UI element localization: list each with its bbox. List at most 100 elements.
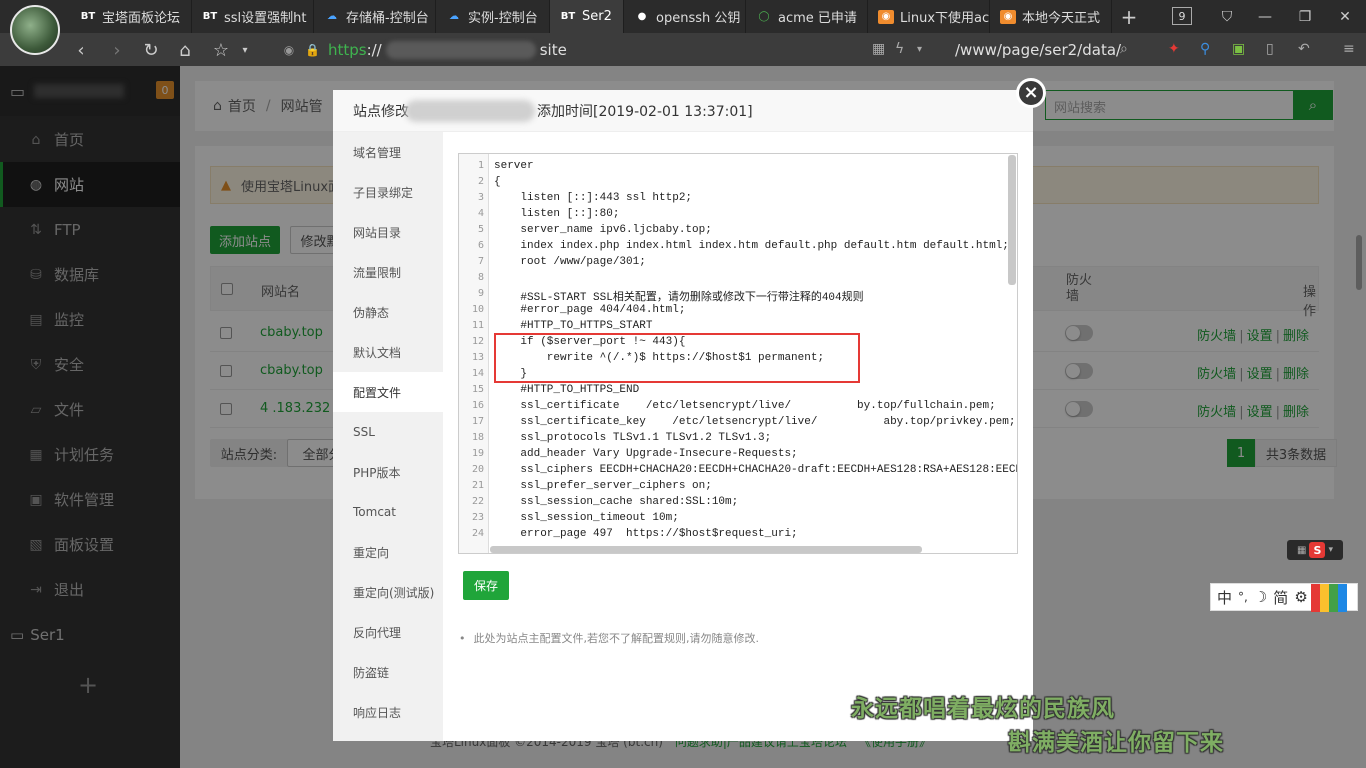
code-line: ssl_certificate_key /etc/letsencrypt/liv…: [494, 416, 1016, 428]
code-line: #error_page 404/404.html;: [494, 304, 686, 316]
code-line: {: [494, 176, 501, 188]
gear-icon[interactable]: ⚙: [1294, 588, 1307, 606]
nav-config-file[interactable]: 配置文件: [333, 372, 443, 412]
menu-icon[interactable]: ≡: [1343, 41, 1355, 57]
chevron-down-icon[interactable]: ▾: [232, 37, 258, 63]
code-line: add_header Vary Upgrade-Insecure-Request…: [494, 448, 798, 460]
nav-proxy[interactable]: 反向代理: [333, 612, 443, 652]
close-dialog-button[interactable]: ×: [1016, 78, 1046, 108]
profile-avatar[interactable]: [10, 5, 60, 55]
code-line: #HTTP_TO_HTTPS_END: [494, 384, 640, 396]
grid-icon[interactable]: ▦: [872, 41, 885, 57]
url-prefix: ://: [366, 41, 382, 59]
back-icon[interactable]: ‹: [68, 37, 94, 63]
home-icon[interactable]: ⌂: [172, 37, 198, 63]
nav-redirect[interactable]: 重定向: [333, 532, 443, 572]
url-field[interactable]: 🔒 https :// site: [305, 39, 567, 61]
tab-label: ssl设置强制ht: [224, 11, 307, 26]
extension-cat-icon[interactable]: ✦: [1168, 41, 1180, 57]
code-line: listen [::]:80;: [494, 208, 620, 220]
ime-punct[interactable]: °,: [1238, 590, 1248, 604]
code-line: root /www/page/301;: [494, 256, 646, 268]
nav-default-doc[interactable]: 默认文档: [333, 332, 443, 372]
url-suffix: site: [539, 41, 567, 59]
code-line: error_page 497 https://$host$request_uri…: [494, 528, 798, 540]
browser-tab-active[interactable]: BT Ser2: [550, 0, 624, 33]
url-protocol: https: [327, 41, 367, 59]
browser-tab[interactable]: ● openssh 公钥: [624, 0, 746, 33]
tab-label: 存储桶-控制台: [346, 11, 429, 26]
code-line: ssl_prefer_server_ciphers on;: [494, 480, 712, 492]
browser-tab[interactable]: ◉ 本地今天正式: [990, 0, 1112, 33]
undo-icon[interactable]: ↶: [1298, 41, 1310, 57]
browser-tab[interactable]: ☁ 存储桶-控制台: [314, 0, 436, 33]
line-number: 21: [471, 480, 484, 491]
line-number: 9: [477, 288, 484, 299]
redacted-host: [385, 41, 536, 59]
bt-icon: BT: [202, 11, 218, 22]
color-block: [1320, 584, 1329, 612]
nav-log[interactable]: 响应日志: [333, 692, 443, 732]
chevron-down-icon[interactable]: ▾: [917, 44, 922, 55]
reload-icon[interactable]: ↻: [138, 37, 164, 63]
minimize-icon[interactable]: —: [1250, 0, 1280, 33]
nav-rewrite[interactable]: 伪静态: [333, 292, 443, 332]
line-number: 24: [471, 528, 484, 539]
lightning-icon[interactable]: ϟ: [895, 41, 904, 57]
extension-grid-icon[interactable]: ▣: [1232, 41, 1245, 57]
nav-ssl[interactable]: SSL: [333, 412, 443, 452]
redacted-site-name: [405, 99, 535, 122]
restore-icon[interactable]: ❐: [1290, 0, 1320, 33]
code-line: ssl_session_timeout 10m;: [494, 512, 679, 524]
close-window-icon[interactable]: ✕: [1330, 0, 1360, 33]
browser-tab[interactable]: ◉ Linux下使用ac: [868, 0, 990, 33]
search-path-field[interactable]: /www/page/ser2/data/: [955, 41, 1121, 59]
security-dot-icon[interactable]: ◉: [276, 37, 302, 63]
nav-hotlink[interactable]: 防盗链: [333, 652, 443, 692]
ime-status-bar[interactable]: 中 °, ☽ 简 ⚙: [1210, 583, 1358, 612]
editor-vertical-scrollbar[interactable]: [1008, 155, 1016, 285]
ime-lang[interactable]: 中: [1217, 587, 1232, 608]
browser-tab[interactable]: BT ssl设置强制ht: [192, 0, 314, 33]
browser-tab[interactable]: ◯ acme 已申请: [746, 0, 868, 33]
save-button[interactable]: 保存: [463, 571, 509, 600]
line-number: 10: [471, 304, 484, 315]
color-block: [1329, 584, 1338, 612]
browser-tab[interactable]: ☁ 实例-控制台: [436, 0, 550, 33]
line-number: 19: [471, 448, 484, 459]
line-number: 20: [471, 464, 484, 475]
nav-php[interactable]: PHP版本: [333, 452, 443, 492]
nav-domain[interactable]: 域名管理: [333, 132, 443, 172]
bt-icon: BT: [560, 11, 576, 22]
browser-tab[interactable]: BT 宝塔面板论坛: [70, 0, 192, 33]
browser-tabbar: BT 宝塔面板论坛 BT ssl设置强制ht ☁ 存储桶-控制台 ☁ 实例-控制台 BT…: [0, 0, 1366, 33]
sogou-toolbar[interactable]: ▦ S ▾: [1287, 540, 1343, 560]
ime-mode[interactable]: 简: [1273, 587, 1288, 608]
nav-site-dir[interactable]: 网站目录: [333, 212, 443, 252]
lyric-line-1: 永远都唱着最炫的民族风: [851, 696, 1115, 722]
extension-search-icon[interactable]: ⚲: [1200, 41, 1210, 57]
github-icon: ●: [637, 11, 647, 22]
moon-icon[interactable]: ☽: [1254, 588, 1267, 606]
star-icon[interactable]: ☆: [208, 37, 234, 63]
nav-traffic[interactable]: 流量限制: [333, 252, 443, 292]
nav-redirect-beta[interactable]: 重定向(测试版): [333, 572, 443, 612]
tab-label: Ser2: [582, 9, 612, 24]
search-icon[interactable]: ⌕: [1120, 41, 1128, 57]
line-number: 22: [471, 496, 484, 507]
shirt-icon[interactable]: ⛉: [1212, 0, 1242, 33]
code-line: index index.php index.html index.htm def…: [494, 240, 1009, 252]
forward-icon[interactable]: ›: [104, 37, 130, 63]
bullet-icon: •: [459, 632, 466, 645]
dialog-title-prefix: 站点修改: [353, 103, 409, 120]
config-tip-text: 此处为站点主配置文件,若您不了解配置规则,请勿随意修改.: [473, 632, 760, 645]
nav-subdir[interactable]: 子目录绑定: [333, 172, 443, 212]
nav-tomcat[interactable]: Tomcat: [333, 492, 443, 532]
new-tab-button[interactable]: +: [1114, 0, 1144, 33]
code-line: ssl_session_cache shared:SSL:10m;: [494, 496, 739, 508]
tab-count[interactable]: 9: [1172, 7, 1192, 25]
phone-icon[interactable]: ▯: [1266, 41, 1274, 57]
sogou-logo-icon: S: [1309, 542, 1326, 558]
line-number: 8: [477, 272, 484, 283]
editor-horizontal-scrollbar[interactable]: [490, 546, 922, 553]
